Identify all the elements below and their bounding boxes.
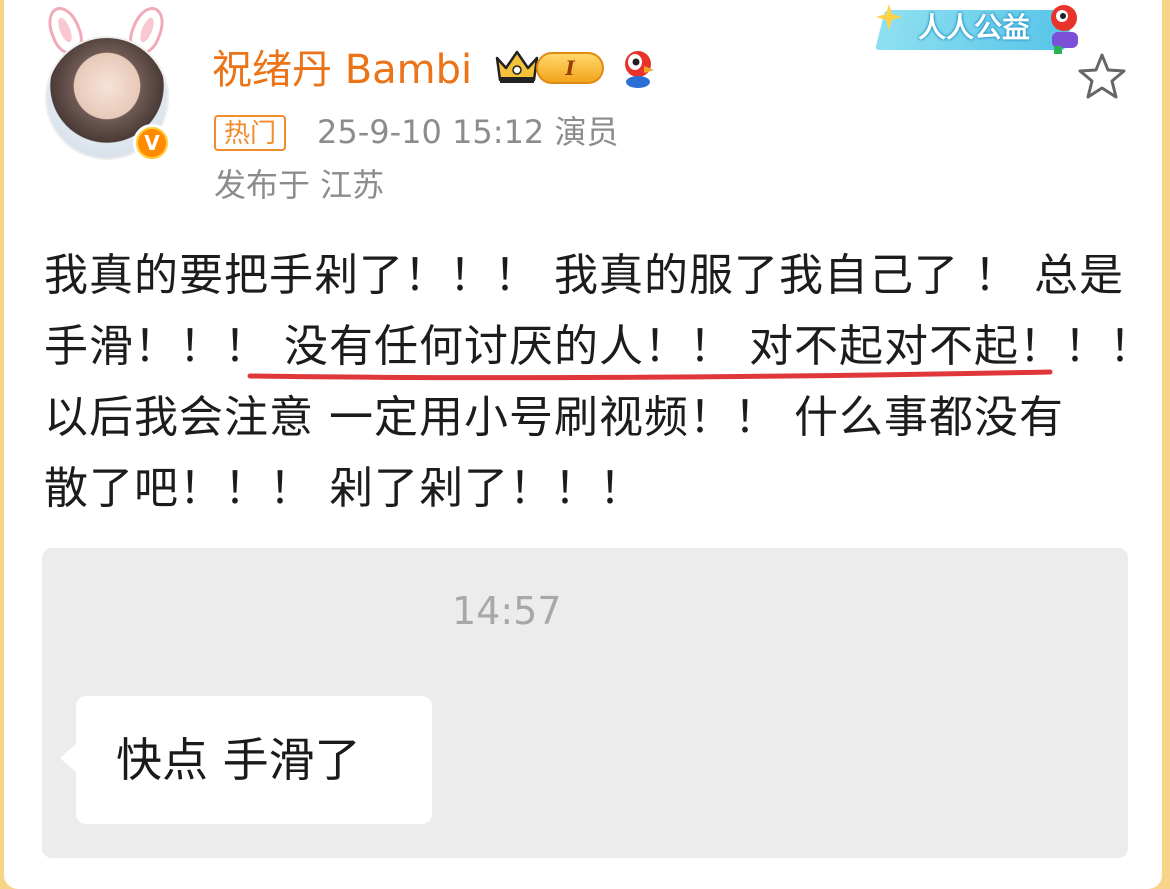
- post-line: 散了吧！！！ 剁了剁了！！！: [44, 463, 644, 514]
- level-badge: I: [536, 52, 604, 84]
- avatar-container[interactable]: V: [38, 2, 178, 166]
- chat-message-text: 快点 手滑了: [116, 733, 361, 787]
- underlined-apology: 没有任何讨厌的人！！ 对不起对不起！！！: [284, 321, 1154, 372]
- verified-badge: V: [133, 124, 171, 162]
- post-line: 我真的要把手剁了！！！ 我真的服了我自己了 ！ 总是: [44, 250, 1124, 301]
- sparkle-icon: [876, 4, 902, 30]
- username[interactable]: 祝绪丹 Bambi: [212, 42, 472, 98]
- charity-banner-label: 人人公益: [918, 11, 1031, 44]
- charity-banner[interactable]: 人人公益: [874, 0, 1088, 56]
- weibo-mascot-icon: [618, 48, 658, 90]
- embedded-chat-image[interactable]: 14:57 快点 手滑了: [42, 548, 1128, 858]
- chat-message-bubble: 快点 手滑了: [60, 696, 432, 824]
- post-line: 以后我会注意 一定用小号刷视频！！ 什么事都没有: [44, 392, 1064, 443]
- post-location: 发布于 江苏: [214, 166, 385, 204]
- hot-tag[interactable]: 热门: [214, 115, 287, 151]
- favorite-button[interactable]: [1076, 50, 1128, 102]
- red-underline-annotation: [247, 369, 1053, 381]
- post-line-part: 手滑！！！: [44, 321, 284, 372]
- charity-mascot-icon: [1051, 5, 1078, 54]
- star-outline-icon: [1078, 53, 1126, 99]
- post-timestamp-role: 25-9-10 15:12 演员: [317, 113, 619, 151]
- chat-timestamp: 14:57: [452, 589, 562, 633]
- membership-badge[interactable]: I: [494, 46, 606, 90]
- weibo-post-card: V 祝绪丹 Bambi I 热门 25-9-10 15:12 演员 发布于 江苏…: [4, 0, 1162, 889]
